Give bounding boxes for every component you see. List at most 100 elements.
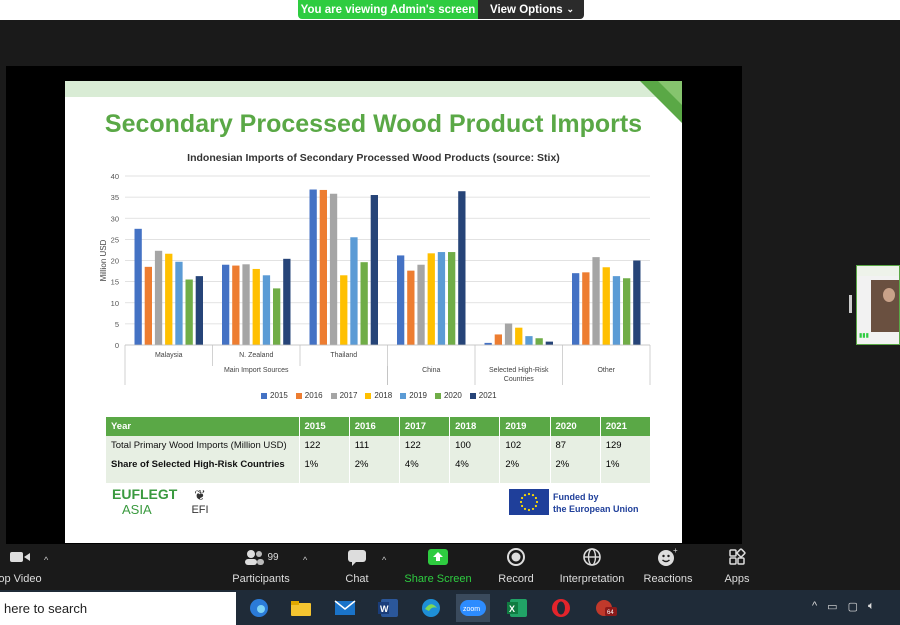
opera-icon[interactable] [544,594,578,622]
record-button[interactable]: Record [494,545,538,590]
legend-label: 2017 [339,391,358,400]
bar-2017 [329,193,338,345]
chevron-up-icon[interactable]: ^ [812,600,817,613]
view-options-button[interactable]: View Options ⌄ [478,0,584,19]
participants-button[interactable]: 99 Participants [228,545,294,590]
funded-by-eu: Funded by the European Union [553,491,639,515]
x-tick-label: China [422,367,440,374]
record-icon [506,545,526,569]
star-icon [531,507,535,511]
table-row: Total Primary Wood Imports (Million USD)… [106,436,652,455]
volume-icon[interactable]: 🔈︎ [868,600,875,613]
system-tray: ^ ▭ ▢ 🔈︎ [812,600,875,613]
signal-strength-icon: ▮▮▮ [859,333,869,339]
bar-2021 [545,341,553,345]
bar-2019 [262,275,271,345]
y-tick-label: 5 [115,320,119,329]
participants-count: 99 [267,551,279,563]
star-icon [535,500,539,504]
y-tick-label: 35 [111,193,119,202]
participant-face [883,288,895,302]
legend-label: 2018 [374,391,393,400]
apps-icon [728,545,746,569]
legend-swatch [261,392,267,399]
table-cell: 122 [299,436,350,455]
interpretation-button[interactable]: Interpretation [554,545,630,590]
bar-2020 [185,279,193,345]
euflegt-logo: EUFLEGT ASIA [112,487,177,518]
chevron-down-icon: ⌄ [566,4,574,14]
meeting-toolbar: op Video ^ 99 Participants ^ Chat ^ Shar… [0,545,900,590]
table-cell: 129 [600,436,652,455]
table-header-row: Year 2015 2016 2017 2018 2019 2020 2021 [106,417,652,436]
video-options-caret[interactable]: ^ [44,555,48,565]
edge-chromium-icon[interactable] [242,594,276,622]
legend-swatch [400,392,407,399]
reactions-button[interactable]: + Reactions [640,545,696,590]
y-tick-label: 40 [111,172,119,181]
network-icon[interactable]: ▭ [827,600,837,613]
table-cell: 2017 [399,417,451,436]
star-icon [534,504,538,508]
eu-flag-icon [509,489,549,515]
legend-swatch [330,392,337,399]
legend-label: 2019 [409,391,427,400]
apps-button[interactable]: Apps [718,545,756,590]
chart-legend: 2015 2016 2017 2018 2019 2020 2021 [261,391,497,400]
bar-2015 [134,228,142,345]
legend-swatch [295,392,302,399]
panel-resize-handle[interactable] [849,295,852,313]
table-cell: 4% [399,455,451,483]
star-icon [527,508,531,512]
bar-2018 [252,268,260,345]
table-cell: 1% [600,455,652,483]
bar-2018 [427,253,435,345]
bar-2018 [602,267,610,345]
data-table: Year 2015 2016 2017 2018 2019 2020 2021 Total P… [106,417,652,483]
zoom-taskbar-icon[interactable]: zoom [456,594,490,622]
mail-icon[interactable] [328,594,362,622]
chat-options-caret[interactable]: ^ [382,555,386,565]
participants-options-caret[interactable]: ^ [303,555,307,565]
table-cell: 122 [399,436,451,455]
participant-video-thumbnail[interactable]: ▮▮▮ [856,265,900,345]
legend-label: 2021 [478,391,497,400]
stop-video-button[interactable]: op Video [0,545,48,590]
star-icon [531,493,535,497]
table-cell: 1% [299,455,350,483]
word-icon[interactable]: W [371,594,405,622]
share-screen-label: Share Screen [404,573,472,585]
legend-label: 2016 [304,391,323,400]
bar-2016 [494,334,502,345]
svg-text:zoom: zoom [463,606,480,613]
table-cell: 2% [550,455,601,483]
game-app-icon[interactable]: 64 [588,594,622,622]
bar-chart: 0 5 10 15 20 25 30 35 40 Million USD Malaysia N. Ze… [99,172,651,385]
reactions-label: Reactions [643,573,693,585]
display-icon[interactable]: ▢ [848,600,858,613]
table-row-label: Year [106,417,300,436]
share-screen-button[interactable]: Share Screen [402,545,474,590]
bar-2018 [340,275,348,345]
svg-text:+: + [673,547,678,555]
edge-icon[interactable] [414,594,448,622]
excel-icon[interactable]: X [500,594,534,622]
viewing-banner: You are viewing Admin's screen [298,0,478,19]
bar-2016 [582,272,590,345]
participants-label: Participants [232,573,290,585]
table-cell: 2019 [499,417,551,436]
legend-item: 2021 [469,391,497,400]
participants-icon: 99 [243,545,279,569]
legend-item: 2018 [365,391,392,400]
bar-2020 [623,278,631,345]
table-row-label: Total Primary Wood Imports (Million USD) [106,436,300,455]
efi-logo: ❦ EFI [187,487,213,516]
chat-button[interactable]: Chat [335,545,379,590]
taskbar-search-input[interactable]: here to search [0,592,236,625]
legend-label: 2020 [443,391,462,400]
funded-line2: the European Union [553,504,639,514]
file-explorer-icon[interactable] [284,594,318,622]
stop-video-label: op Video [0,573,42,585]
interpretation-label: Interpretation [559,573,625,585]
bar-2017 [242,264,250,345]
